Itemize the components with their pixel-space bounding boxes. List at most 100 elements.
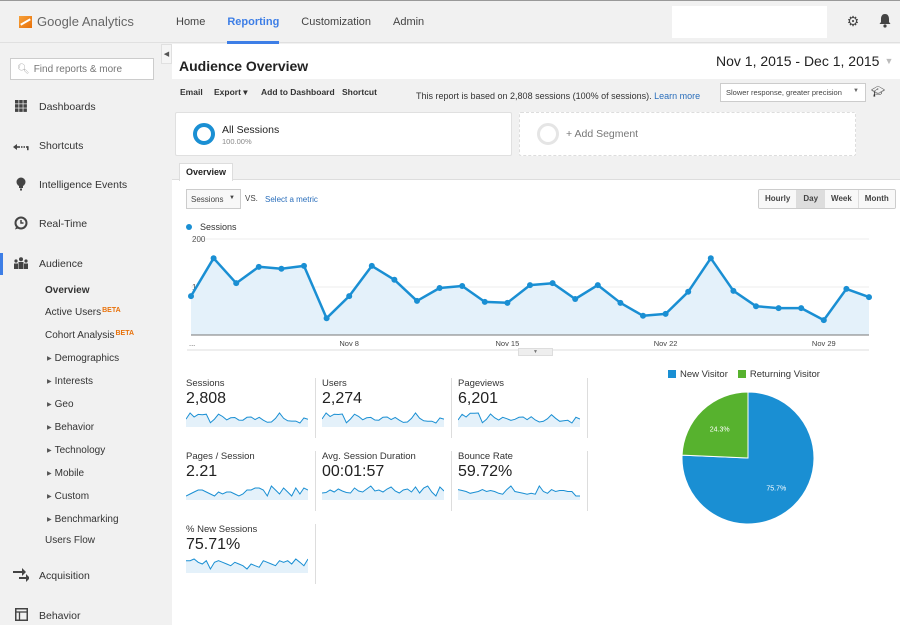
sidebar-item-label: Real-Time [39, 218, 88, 230]
precision-select[interactable]: Slower response, greater precision ▼ [720, 83, 866, 102]
data-point-nov-1 [188, 293, 194, 300]
select-metric-link[interactable]: Select a metric [265, 195, 318, 204]
sidebar-item-shortcuts[interactable]: Shortcuts [0, 131, 163, 161]
granularity-week[interactable]: Week [825, 190, 859, 208]
metric-sparkline [186, 558, 308, 573]
metric-bounce-rate[interactable]: Bounce Rate 59.72% [458, 451, 588, 511]
sidebar-item-dashboards[interactable]: Dashboards [0, 92, 163, 122]
date-range-picker[interactable]: Nov 1, 2015 - Dec 1, 2015 ▼ [712, 50, 898, 72]
account-selector[interactable] [672, 6, 827, 38]
legend-label: Returning Visitor [749, 369, 820, 380]
sidebar-sub-mobile[interactable]: ▶ Mobile [47, 468, 84, 479]
chart-expand-handle[interactable]: ▼ [518, 348, 553, 356]
bell-icon[interactable] [877, 13, 893, 29]
report-search[interactable]: 🔍︎ [10, 58, 154, 80]
add-to-dashboard-button[interactable]: Add to Dashboard [261, 87, 335, 97]
top-nav: Home Reporting Customization Admin [165, 1, 435, 44]
sidebar-sub-demographics[interactable]: ▶ Demographics [47, 353, 119, 364]
metric-sparkline [186, 412, 308, 427]
nav-admin[interactable]: Admin [382, 1, 435, 43]
collapse-sidebar-button[interactable]: ◀ [161, 44, 172, 64]
sidebar-sub-overview[interactable]: Overview [45, 285, 89, 296]
sidebar: 🔍︎ Dashboards Shortcuts Intelligence Eve… [0, 44, 163, 625]
granularity-month[interactable]: Month [858, 190, 895, 208]
visitor-type-pie-chart: 75.7% 24.3% [681, 391, 815, 525]
sidebar-sub-cohort-analysis[interactable]: Cohort AnalysisBETA [45, 330, 134, 341]
report-tabs: Overview [172, 162, 900, 181]
metric-name: Bounce Rate [458, 451, 513, 462]
sidebar-sub-custom[interactable]: ▶ Custom [47, 491, 89, 502]
sidebar-item-intelligence-events[interactable]: Intelligence Events [0, 170, 163, 200]
expand-triangle-icon: ▶ [47, 425, 52, 431]
data-point-nov-27 [775, 305, 782, 312]
sidebar-item-real-time[interactable]: Real-Time [0, 209, 163, 239]
metric-value: 2,274 [322, 390, 363, 407]
data-point-nov-5 [278, 265, 285, 272]
sidebar-sub-active-users[interactable]: Active UsersBETA [45, 307, 121, 318]
expand-triangle-icon: ▶ [47, 379, 52, 385]
sidebar-item-audience[interactable]: Audience [0, 249, 163, 279]
learn-more-link[interactable]: Learn more [654, 91, 700, 101]
sidebar-item-label: Dashboards [39, 101, 96, 113]
metric-pages-session[interactable]: Pages / Session 2.21 [186, 451, 316, 511]
metric-name: Pages / Session [186, 451, 255, 462]
metric-users[interactable]: Users 2,274 [322, 378, 452, 438]
email-button[interactable]: Email [180, 87, 203, 97]
metric-avg-session-duration[interactable]: Avg. Session Duration 00:01:57 [322, 451, 452, 511]
nav-customization[interactable]: Customization [290, 1, 382, 43]
granularity-hourly[interactable]: Hourly [759, 190, 798, 208]
metric-sparkline [322, 412, 444, 427]
data-point-nov-4 [255, 263, 262, 270]
metric-sparkline [458, 412, 580, 427]
add-segment-button[interactable]: + Add Segment [519, 112, 856, 156]
sub-label: Interests [54, 376, 93, 387]
metric-sparkline [322, 485, 444, 500]
metric-sparkline [186, 485, 308, 500]
lightbulb-icon [13, 177, 29, 194]
chevron-down-icon: ▼ [853, 88, 859, 94]
sessions-area [191, 258, 869, 335]
sidebar-sub-behavior[interactable]: ▶ Behavior [47, 422, 94, 433]
data-point-nov-21 [640, 312, 646, 319]
sampling-note: This report is based on 2,808 sessions (… [416, 91, 700, 101]
sidebar-sub-benchmarking[interactable]: ▶ Benchmarking [47, 514, 119, 525]
metric-pageviews[interactable]: Pageviews 6,201 [458, 378, 588, 438]
report-toolbar: Email Export ▾ Add to Dashboard Shortcut… [172, 79, 900, 105]
data-point-nov-28 [798, 305, 805, 312]
segment-all-sessions[interactable]: All Sessions 100.00% [175, 112, 512, 156]
export-button[interactable]: Export ▾ [214, 87, 248, 98]
metric-sessions[interactable]: Sessions 2,808 [186, 378, 316, 438]
metric-value: 75.71% [186, 536, 241, 553]
search-input[interactable] [33, 63, 154, 75]
shortcut-button[interactable]: Shortcut [342, 87, 377, 97]
sidebar-sub-geo[interactable]: ▶ Geo [47, 399, 74, 410]
nav-home[interactable]: Home [165, 1, 216, 43]
google-analytics-logo[interactable]: Google Analytics [19, 14, 134, 29]
metric-value: 6,201 [458, 390, 499, 407]
granularity-day[interactable]: Day [797, 190, 826, 208]
metric-new-sessions[interactable]: % New Sessions 75.71% [186, 524, 316, 584]
data-point-nov-24 [707, 255, 714, 262]
y-tick-label: 200 [192, 235, 206, 244]
sidebar-sub-users-flow[interactable]: Users Flow [45, 535, 95, 546]
report-main: Audience Overview Nov 1, 2015 - Dec 1, 2… [172, 44, 900, 625]
pie-legend: New Visitor Returning Visitor [668, 369, 830, 380]
pie-slice-returning-visitor [681, 391, 749, 459]
sidebar-sub-interests[interactable]: ▶ Interests [47, 376, 93, 387]
sidebar-item-acquisition[interactable]: Acquisition [0, 561, 163, 591]
legend-label: Sessions [200, 222, 237, 232]
tab-overview[interactable]: Overview [179, 163, 234, 181]
sidebar-sub-technology[interactable]: ▶ Technology [47, 445, 105, 456]
nav-reporting[interactable]: Reporting [216, 1, 290, 44]
gear-icon[interactable]: ⚙ [845, 13, 861, 29]
metric-name: Sessions [186, 378, 225, 389]
sparkline-area [186, 559, 308, 573]
x-tick-label: ... [189, 339, 195, 348]
pie-slice-label: 24.3% [710, 426, 730, 433]
data-point-nov-23 [685, 288, 692, 295]
metric-select[interactable]: Sessions ▼ [186, 189, 241, 209]
sub-label: Geo [54, 399, 74, 410]
analytics-logo-icon [19, 15, 32, 28]
graduation-cap-icon[interactable]: 🎓︎ [871, 85, 885, 98]
sidebar-item-behavior[interactable]: Behavior [0, 601, 163, 625]
